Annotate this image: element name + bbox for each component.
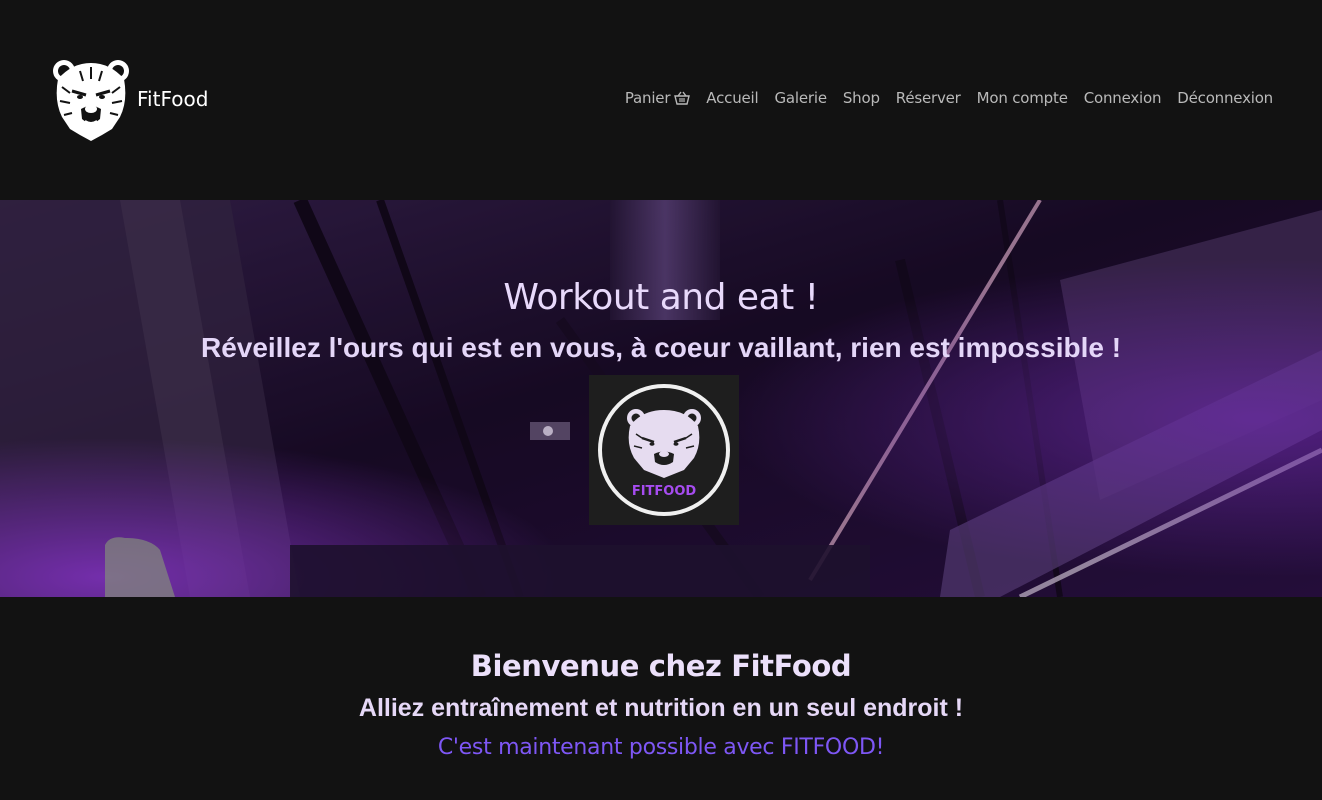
nav-link-deconnexion[interactable]: Déconnexion (1177, 89, 1273, 107)
hero-title: Workout and eat ! (503, 277, 819, 318)
welcome-title: Bienvenue chez FitFood (470, 649, 852, 683)
welcome-section: Bienvenue chez FitFood Alliez entraîneme… (0, 597, 1322, 800)
welcome-accent-text: C'est maintenant possible avec FITFOOD! (437, 735, 885, 760)
welcome-subtitle: Alliez entraînement et nutrition en un s… (358, 694, 964, 722)
nav-link-panier[interactable]: Panier (624, 89, 691, 107)
nav-label-panier: Panier (624, 89, 671, 107)
badge-text: FITFOOD (632, 484, 697, 499)
hero-subtitle: Réveillez l'ours qui est en vous, à coeu… (200, 332, 1122, 363)
nav-link-shop[interactable]: Shop (843, 89, 880, 107)
nav-link-accueil[interactable]: Accueil (706, 89, 758, 107)
nav-link-connexion[interactable]: Connexion (1084, 89, 1162, 107)
bear-circle-logo-icon: FITFOOD (598, 384, 730, 516)
basket-icon (674, 91, 691, 105)
nav-link-mon-compte[interactable]: Mon compte (977, 89, 1068, 107)
brand-link[interactable]: FitFood (50, 57, 208, 141)
hero-section: Workout and eat ! Réveillez l'ours qui e… (0, 200, 1322, 597)
nav-link-reserver[interactable]: Réserver (896, 89, 961, 107)
site-header: FitFood Panier Accueil Galerie Shop Rése… (0, 0, 1322, 200)
nav-link-galerie[interactable]: Galerie (774, 89, 827, 107)
fitfood-logo-badge: FITFOOD (589, 375, 739, 525)
main-nav: Panier Accueil Galerie Shop Réserver Mon… (625, 89, 1273, 107)
bear-head-icon (53, 60, 129, 141)
brand-name: FitFood (137, 87, 209, 111)
